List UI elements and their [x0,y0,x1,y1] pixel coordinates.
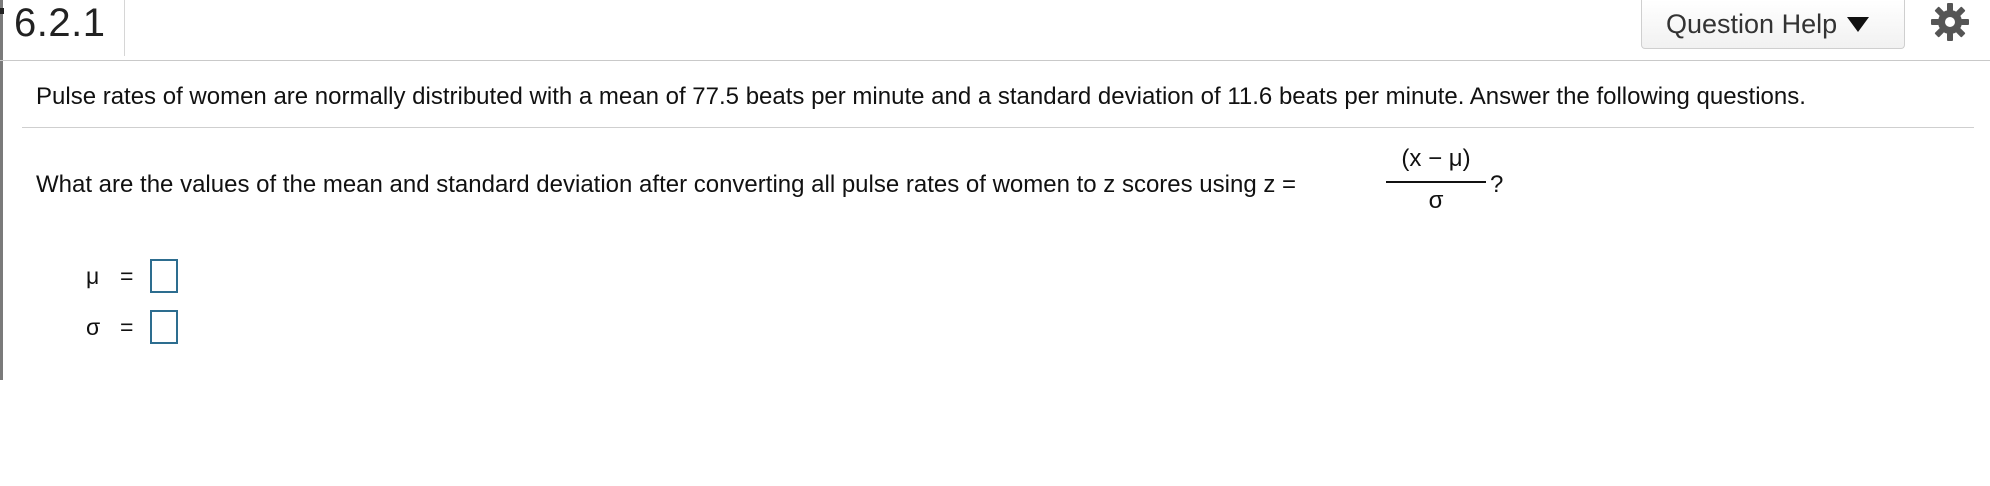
formula-numerator: (x − μ) [1401,145,1471,172]
fraction-bar [1386,181,1486,183]
sd-symbol: σ [86,313,101,340]
question-text: What are the values of the mean and stan… [36,171,1297,198]
question-help-label: Question Help [1666,8,1838,39]
z-score-formula: (x − μ) σ [1384,144,1488,222]
gear-icon[interactable] [1930,2,1970,42]
question-help-button[interactable]: Question Help [1641,0,1905,49]
stem-divider [22,127,1974,128]
mean-symbol: μ [86,262,100,289]
equals-sign: = [120,262,134,289]
header-divider [124,0,125,56]
question-header: 6.2.1 Question Help [0,0,1990,61]
question-mark: ? [1490,171,1504,198]
problem-stem: Pulse rates of women are normally distri… [36,83,1806,110]
mean-answer-row: μ = [86,256,178,296]
caret-down-icon [1847,16,1870,32]
question-number: 6.2.1 [14,1,106,45]
sd-answer-row: σ = [86,307,178,347]
mean-answer-input[interactable] [150,259,178,293]
equals-sign: = [120,313,134,340]
sd-answer-input[interactable] [150,310,178,344]
formula-denominator: σ [1428,187,1444,214]
